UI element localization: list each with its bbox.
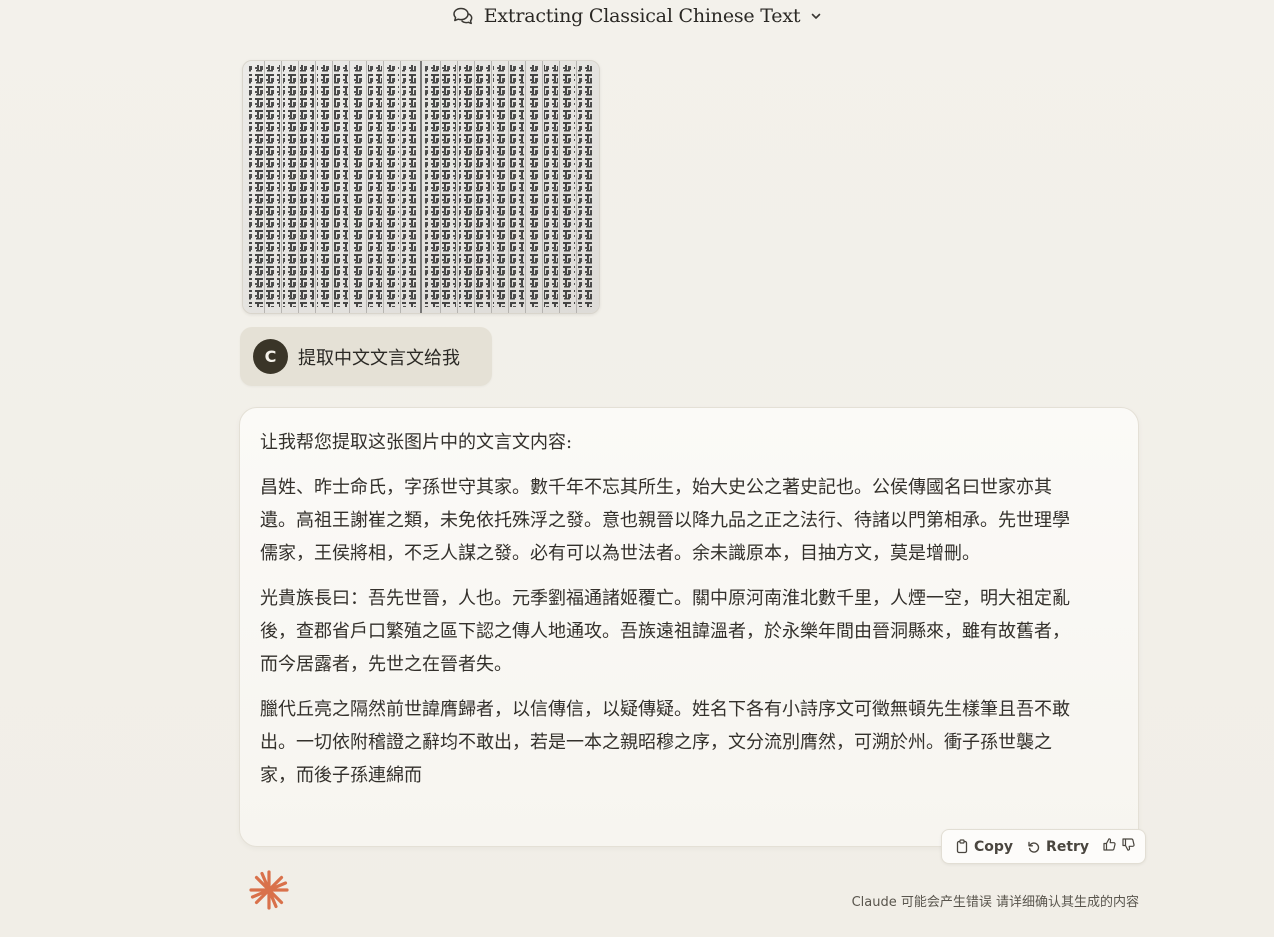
copy-label: Copy [974,838,1014,855]
thumbs-down-icon [1121,837,1136,857]
response-paragraph: 臘代丘亮之隔然前世諱膺歸者，以信傳信，以疑傳疑。姓名下各有小詩序文可徵無頓先生樣… [260,699,1070,786]
response-paragraph: 光貴族長曰：吾先世晉，人也。元季劉福通諸姬覆亡。關中原河南淮北數千里，人煙一空，… [260,588,1070,675]
copy-button[interactable]: Copy [952,836,1016,858]
clipboard-icon [955,839,969,854]
thumbs-up-icon [1102,837,1117,857]
response-paragraph: 昌姓、昨士命氏，字孫世守其家。數千年不忘其所生，始大史公之著史記也。公侯傳國名曰… [260,477,1070,564]
user-avatar[interactable]: C [253,339,288,374]
response-intro: 让我帮您提取这张图片中的文言文内容: [260,432,573,453]
thumbs-down-button[interactable] [1121,835,1136,859]
retry-button[interactable]: Retry [1024,836,1092,858]
chat-bubbles-icon [452,6,474,26]
user-message-text: 提取中文文言文给我 [298,347,460,369]
user-message: C 提取中文文言文给我 [240,327,492,386]
uploaded-image-thumbnail[interactable] [242,60,600,314]
chat-page: Extracting Classical Chinese Text C 提取中文… [0,0,1274,937]
retry-icon [1027,840,1041,854]
thumbs-up-button[interactable] [1102,835,1117,859]
message-actions: Copy Retry [941,829,1146,864]
classical-text-image [243,61,599,313]
chat-header: Extracting Classical Chinese Text [0,0,1274,32]
disclaimer-text: Claude 可能会产生错误 请详细确认其生成的内容 [851,895,1139,910]
assistant-response: 让我帮您提取这张图片中的文言文内容: 昌姓、昨士命氏，字孫世守其家。數千年不忘其… [239,407,1139,847]
conversation-title: Extracting Classical Chinese Text [483,5,801,27]
conversation-title-menu[interactable]: Extracting Classical Chinese Text [446,3,829,29]
chevron-down-icon [810,10,822,22]
retry-label: Retry [1046,838,1090,855]
claude-logo-icon [248,869,290,911]
